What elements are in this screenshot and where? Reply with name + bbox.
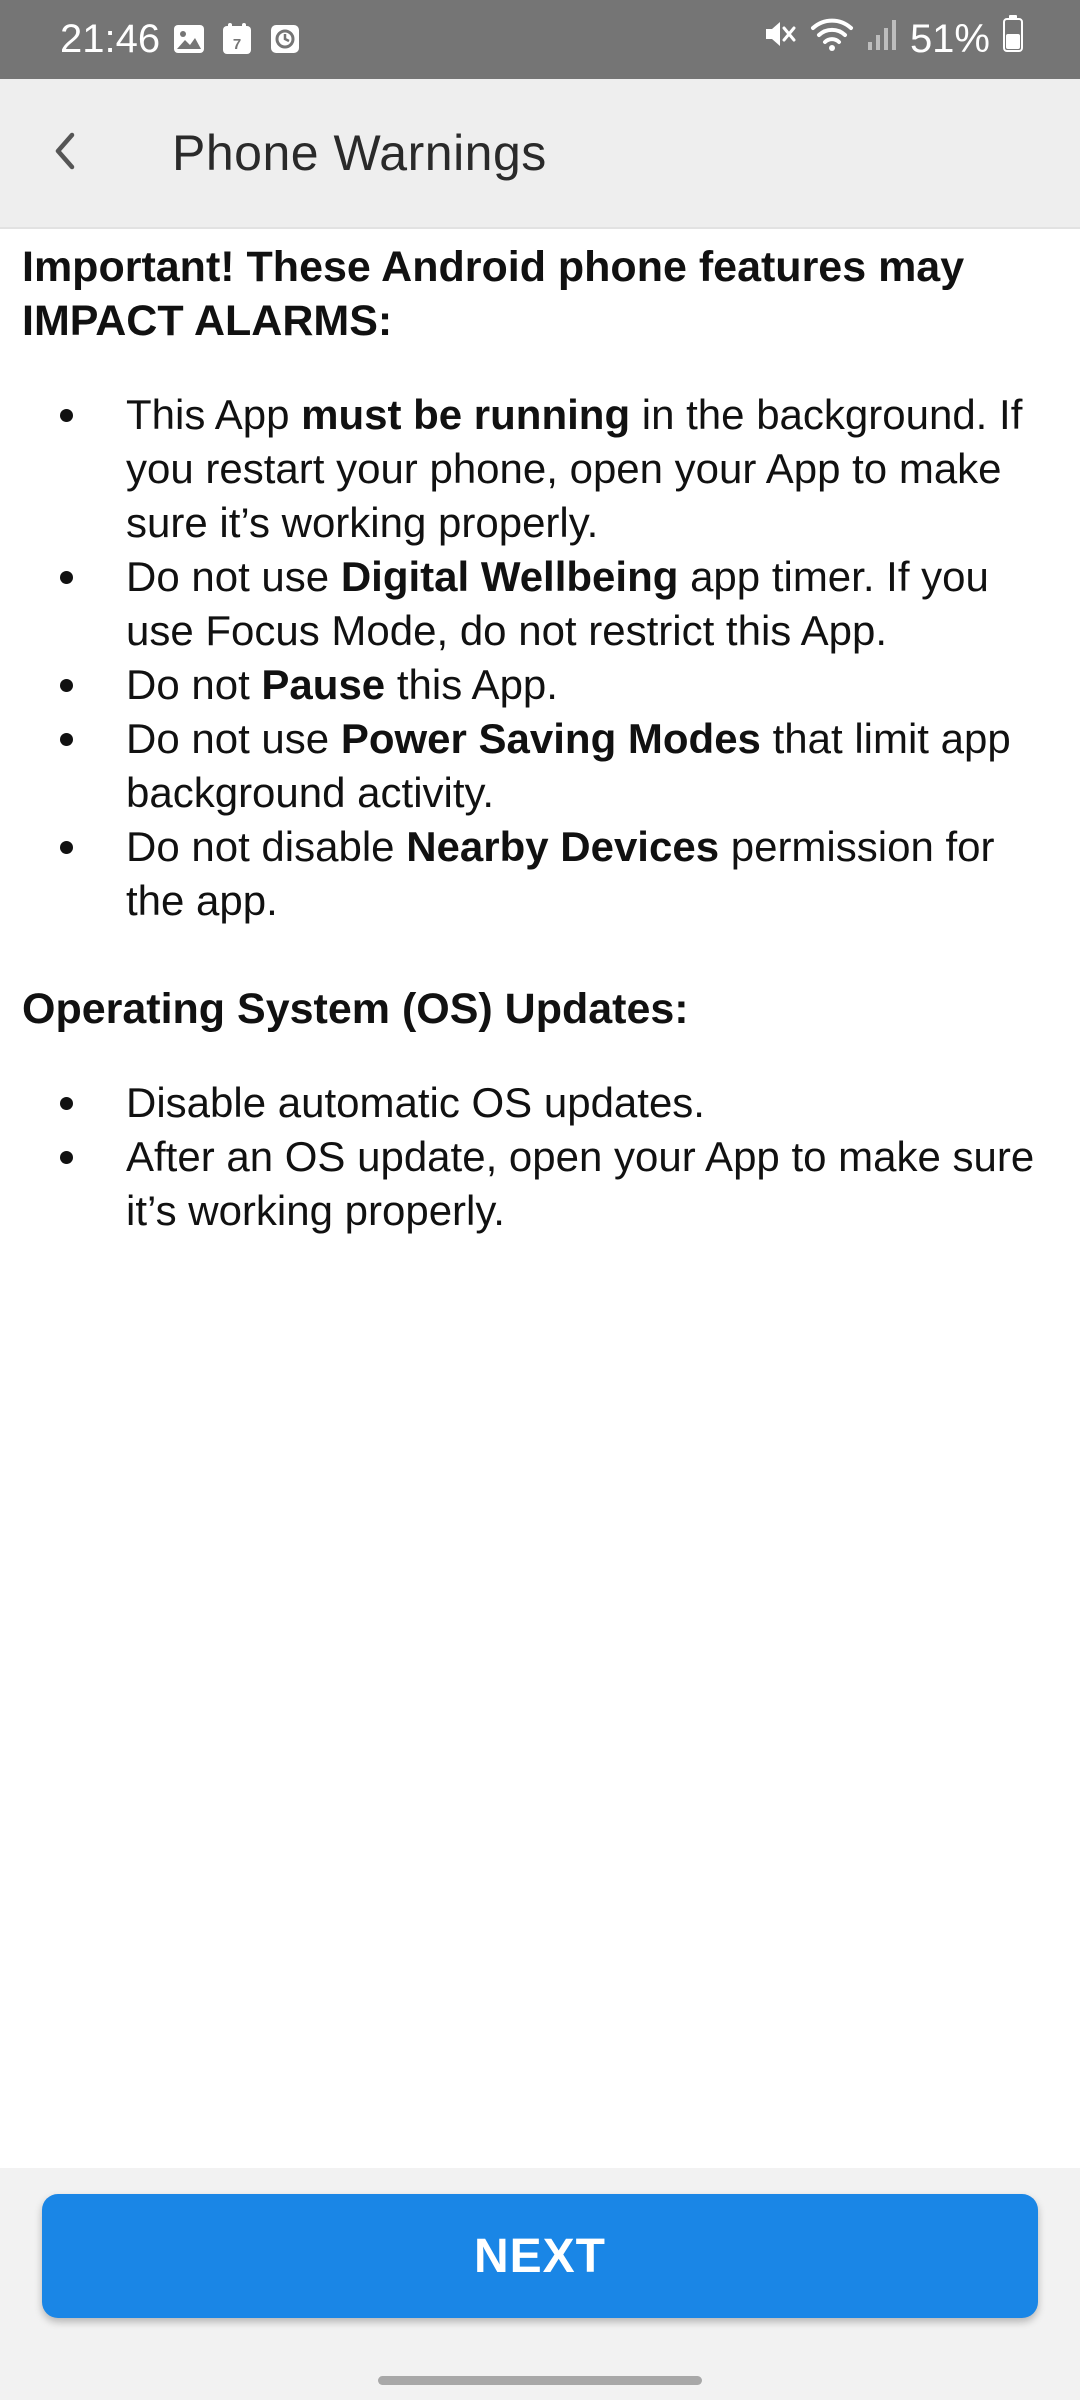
list-item: Do not Pause this App. <box>60 658 1062 712</box>
app-bar: Phone Warnings <box>0 79 1080 229</box>
list-item: Disable automatic OS updates. <box>60 1076 1062 1130</box>
mute-icon <box>762 12 798 66</box>
impact-alarms-list: This App must be running in the backgrou… <box>22 388 1062 928</box>
footer: NEXT <box>0 2168 1080 2400</box>
calendar-icon: 7 <box>220 22 254 61</box>
home-indicator[interactable] <box>378 2376 702 2385</box>
section-heading-impact-alarms: Important! These Android phone features … <box>22 243 965 345</box>
status-bar: 21:46 7 51% <box>0 0 1080 79</box>
wifi-icon <box>810 12 854 66</box>
status-system-icons: 51% <box>762 12 1024 66</box>
os-updates-list: Disable automatic OS updates. After an O… <box>22 1076 1062 1238</box>
list-item: Do not use Digital Wellbeing app timer. … <box>60 550 1062 658</box>
back-button[interactable] <box>28 115 104 191</box>
battery-icon <box>1002 12 1024 66</box>
list-item: This App must be running in the backgrou… <box>60 388 1062 550</box>
battery-percent: 51% <box>909 17 990 61</box>
warnings-content: Important! These Android phone features … <box>22 240 1062 1292</box>
page-title: Phone Warnings <box>172 125 547 181</box>
section-heading-os-updates: Operating System (OS) Updates: <box>22 985 689 1033</box>
chevron-left-icon <box>46 129 86 178</box>
calendar-day: 7 <box>233 36 241 53</box>
gallery-icon <box>172 22 206 61</box>
status-time: 21:46 <box>60 17 161 61</box>
next-button[interactable]: NEXT <box>42 2194 1038 2318</box>
status-notification-icons: 7 <box>172 22 302 61</box>
list-item: Do not disable Nearby Devices permission… <box>60 820 1062 928</box>
signal-icon <box>866 12 898 66</box>
list-item: Do not use Power Saving Modes that limit… <box>60 712 1062 820</box>
clock-notification-icon <box>268 22 302 61</box>
list-item: After an OS update, open your App to mak… <box>60 1130 1062 1238</box>
